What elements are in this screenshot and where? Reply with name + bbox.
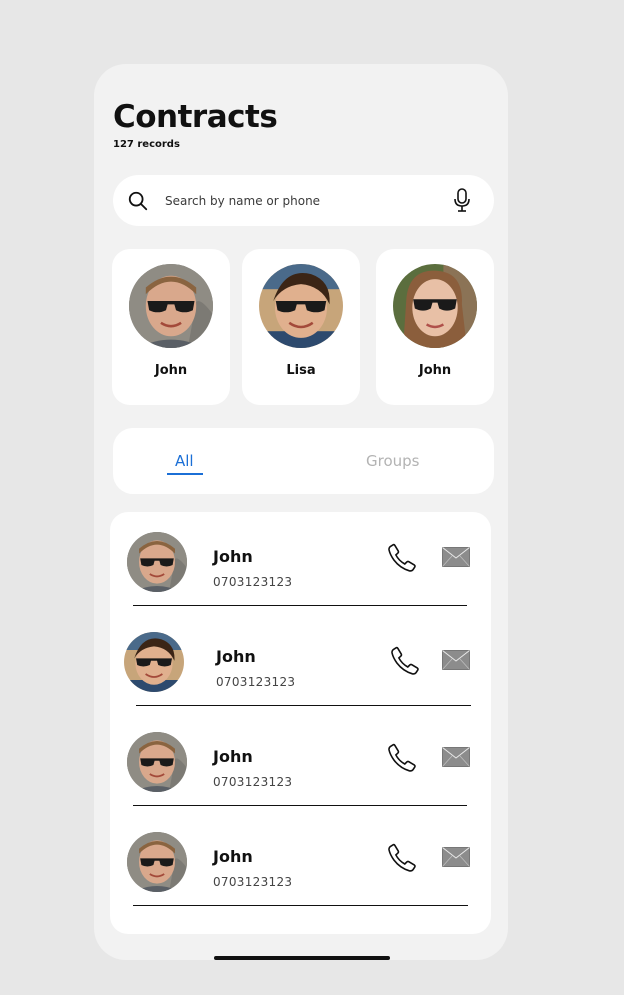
contact-name: John	[213, 747, 253, 766]
page-title: Contracts	[113, 99, 278, 135]
favorite-name: John	[154, 363, 188, 378]
mail-icon[interactable]	[442, 847, 470, 867]
avatar	[129, 264, 213, 348]
contact-phone: 0703123123	[216, 675, 296, 689]
list-item[interactable]: John 0703123123	[110, 612, 491, 712]
mail-icon[interactable]	[442, 650, 470, 670]
phone-icon[interactable]	[386, 742, 418, 774]
tab-bar: All Groups	[113, 428, 494, 494]
avatar	[127, 532, 187, 592]
avatar	[127, 832, 187, 892]
search-bar[interactable]	[113, 175, 494, 226]
row-divider	[133, 805, 467, 806]
tab-groups[interactable]: Groups	[366, 452, 419, 470]
favorite-card-2[interactable]: Lisa	[242, 249, 360, 405]
avatar	[393, 264, 477, 348]
search-icon[interactable]	[127, 190, 149, 212]
record-count: 127 records	[113, 139, 180, 150]
contact-name: John	[213, 847, 253, 866]
favorite-name: Lisa	[286, 363, 316, 378]
list-item[interactable]: John 0703123123	[110, 812, 491, 912]
favorite-card-1[interactable]: John	[112, 249, 230, 405]
list-item[interactable]: John 0703123123	[110, 512, 491, 612]
avatar	[259, 264, 343, 348]
phone-screen: Contracts 127 records John Lisa John All…	[94, 64, 508, 960]
active-tab-indicator	[167, 473, 203, 475]
contact-name: John	[216, 647, 256, 666]
row-divider	[133, 905, 468, 906]
microphone-icon[interactable]	[452, 187, 472, 213]
favorite-card-3[interactable]: John	[376, 249, 494, 405]
search-input[interactable]	[165, 187, 445, 215]
phone-icon[interactable]	[386, 542, 418, 574]
contact-phone: 0703123123	[213, 875, 293, 889]
row-divider	[136, 705, 471, 706]
mail-icon[interactable]	[442, 547, 470, 567]
home-indicator	[214, 956, 390, 960]
contact-phone: 0703123123	[213, 575, 293, 589]
favorite-name: John	[418, 363, 452, 378]
phone-icon[interactable]	[386, 842, 418, 874]
mail-icon[interactable]	[442, 747, 470, 767]
contact-list: John 0703123123 John 0703123123 John 070…	[110, 512, 491, 934]
list-item[interactable]: John 0703123123	[110, 712, 491, 812]
row-divider	[133, 605, 467, 606]
avatar	[127, 732, 187, 792]
avatar	[124, 632, 184, 692]
phone-icon[interactable]	[389, 645, 421, 677]
tab-all[interactable]: All	[175, 452, 194, 470]
contact-name: John	[213, 547, 253, 566]
contact-phone: 0703123123	[213, 775, 293, 789]
